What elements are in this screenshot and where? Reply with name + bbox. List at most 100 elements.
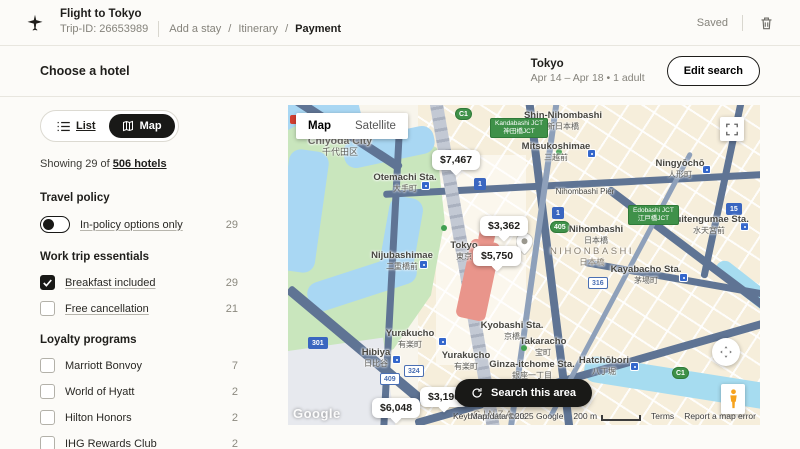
marriott-filter-row: Marriott Bonvoy 7 bbox=[40, 358, 238, 373]
in-policy-toggle[interactable] bbox=[40, 216, 70, 233]
travel-policy-section: Travel policy In-policy options only 29 bbox=[40, 192, 238, 233]
page-title: Choose a hotel bbox=[40, 64, 130, 78]
filter-count: 7 bbox=[232, 360, 238, 372]
saved-status: Saved bbox=[697, 17, 728, 29]
section-title: Travel policy bbox=[40, 192, 238, 204]
search-toolbar: Choose a hotel Tokyo Apr 14 – Apr 18 • 1… bbox=[0, 46, 800, 97]
hilton-filter-row: Hilton Honors 2 bbox=[40, 410, 238, 425]
filter-count: 29 bbox=[226, 219, 238, 231]
hotel-price-marker[interactable]: $6,048 bbox=[372, 398, 420, 418]
metro-station-icon bbox=[740, 222, 749, 231]
results-summary: Showing 29 of 506 hotels bbox=[40, 158, 238, 170]
terms-link[interactable]: Terms bbox=[651, 411, 674, 421]
metro-station-icon bbox=[419, 260, 428, 269]
road-shield: 405 bbox=[550, 221, 570, 233]
airplane-icon bbox=[24, 12, 46, 34]
fullscreen-button[interactable] bbox=[720, 117, 744, 141]
filter-count: 21 bbox=[226, 303, 238, 315]
filter-count: 2 bbox=[232, 412, 238, 424]
breadcrumb: Add a stay / Itinerary / Payment bbox=[169, 23, 341, 35]
road-shield: 1 bbox=[552, 207, 564, 219]
refresh-icon bbox=[471, 387, 483, 399]
filter-count: 2 bbox=[232, 386, 238, 398]
filter-label[interactable]: IHG Rewards Club bbox=[65, 438, 222, 449]
filter-label[interactable]: Hilton Honors bbox=[65, 412, 222, 424]
filters-sidebar: List Map Showing 29 of 506 hotels Travel… bbox=[40, 110, 238, 449]
map-icon bbox=[122, 120, 134, 132]
loyalty-section: Loyalty programs Marriott Bonvoy 7 World… bbox=[40, 334, 238, 449]
breadcrumb-itinerary[interactable]: Itinerary bbox=[238, 23, 278, 35]
filter-label[interactable]: Breakfast included bbox=[65, 277, 216, 289]
road-shield: 15 bbox=[726, 203, 742, 215]
hilton-checkbox[interactable] bbox=[40, 410, 55, 425]
jct-sign: Kandabashi JCT神田橋JCT bbox=[490, 118, 548, 138]
map-data-text: Map data ©2025 Google bbox=[471, 411, 564, 421]
work-trip-section: Work trip essentials Breakfast included … bbox=[40, 251, 238, 316]
road-shield: 301 bbox=[308, 337, 328, 349]
pan-control-button[interactable] bbox=[712, 338, 740, 366]
filter-label[interactable]: Free cancellation bbox=[65, 303, 216, 315]
trip-title: Flight to Tokyo bbox=[60, 8, 341, 20]
hotel-price-marker[interactable]: $3,362 bbox=[480, 216, 528, 236]
map-view-button[interactable]: Map bbox=[109, 114, 175, 138]
road-shield: 324 bbox=[404, 365, 424, 377]
tree-icon bbox=[441, 225, 447, 231]
jct-sign: Edobashi JCT江戸橋JCT bbox=[628, 205, 679, 225]
section-title: Loyalty programs bbox=[40, 334, 238, 346]
hotel-price-marker[interactable]: $7,467 bbox=[432, 150, 480, 170]
delete-trip-button[interactable] bbox=[757, 13, 776, 33]
hotels-count-link[interactable]: 506 hotels bbox=[113, 158, 167, 170]
google-logo: Google bbox=[293, 406, 341, 421]
map-type-satellite[interactable]: Satellite bbox=[343, 113, 408, 139]
filter-label[interactable]: Marriott Bonvoy bbox=[65, 360, 222, 372]
hotel-price-marker[interactable]: $5,750 bbox=[473, 246, 521, 266]
filter-label[interactable]: In-policy options only bbox=[80, 219, 216, 231]
hyatt-checkbox[interactable] bbox=[40, 384, 55, 399]
hotel-map[interactable]: C1C14051115301316324409 Chiyoda City千代田区… bbox=[288, 105, 760, 425]
free-cancellation-filter-row: Free cancellation 21 bbox=[40, 301, 238, 316]
road-shield: 409 bbox=[380, 373, 400, 385]
fullscreen-icon bbox=[726, 123, 738, 136]
top-header: Flight to Tokyo Trip-ID: 26653989 Add a … bbox=[0, 0, 800, 46]
trash-icon bbox=[759, 15, 774, 31]
ihg-filter-row: IHG Rewards Club 2 bbox=[40, 436, 238, 449]
tree-icon bbox=[556, 149, 562, 155]
metro-station-icon bbox=[630, 362, 639, 371]
breadcrumb-payment[interactable]: Payment bbox=[295, 23, 341, 35]
edit-search-button[interactable]: Edit search bbox=[667, 56, 760, 86]
metro-station-icon bbox=[421, 181, 430, 190]
list-icon bbox=[57, 121, 70, 132]
free-cancellation-checkbox[interactable] bbox=[40, 301, 55, 316]
tree-icon bbox=[521, 345, 527, 351]
pegman-icon bbox=[728, 389, 739, 409]
section-title: Work trip essentials bbox=[40, 251, 238, 263]
filter-count: 29 bbox=[226, 277, 238, 289]
divider bbox=[742, 15, 743, 31]
date-summary: Apr 14 – Apr 18 • 1 adult bbox=[531, 72, 645, 84]
view-toggle: List Map bbox=[40, 110, 179, 142]
breakfast-filter-row: Breakfast included 29 bbox=[40, 275, 238, 290]
metro-station-icon bbox=[392, 355, 401, 364]
breakfast-checkbox[interactable] bbox=[40, 275, 55, 290]
hyatt-filter-row: World of Hyatt 2 bbox=[40, 384, 238, 399]
search-this-area-button[interactable]: Search this area bbox=[455, 379, 592, 407]
check-icon bbox=[43, 279, 52, 287]
road-shield: 1 bbox=[474, 178, 486, 190]
metro-station-icon bbox=[438, 337, 447, 346]
road-shield: C1 bbox=[455, 108, 472, 120]
pegman-button[interactable] bbox=[721, 384, 745, 414]
app-root: Flight to Tokyo Trip-ID: 26653989 Add a … bbox=[0, 0, 800, 449]
map-type-map[interactable]: Map bbox=[296, 113, 343, 139]
breadcrumb-add-a-stay[interactable]: Add a stay bbox=[169, 23, 221, 35]
ihg-checkbox[interactable] bbox=[40, 436, 55, 449]
map-attribution: Map data ©2025 Google 200 m Terms Report… bbox=[471, 411, 756, 421]
metro-station-icon bbox=[679, 273, 688, 282]
divider bbox=[158, 21, 159, 37]
list-view-button[interactable]: List bbox=[44, 114, 109, 138]
map-type-control: Map Satellite bbox=[296, 113, 408, 139]
filter-label[interactable]: World of Hyatt bbox=[65, 386, 222, 398]
marriott-checkbox[interactable] bbox=[40, 358, 55, 373]
destination-label: Tokyo bbox=[531, 58, 645, 70]
filter-count: 2 bbox=[232, 438, 238, 449]
road-shield: 316 bbox=[588, 277, 608, 289]
